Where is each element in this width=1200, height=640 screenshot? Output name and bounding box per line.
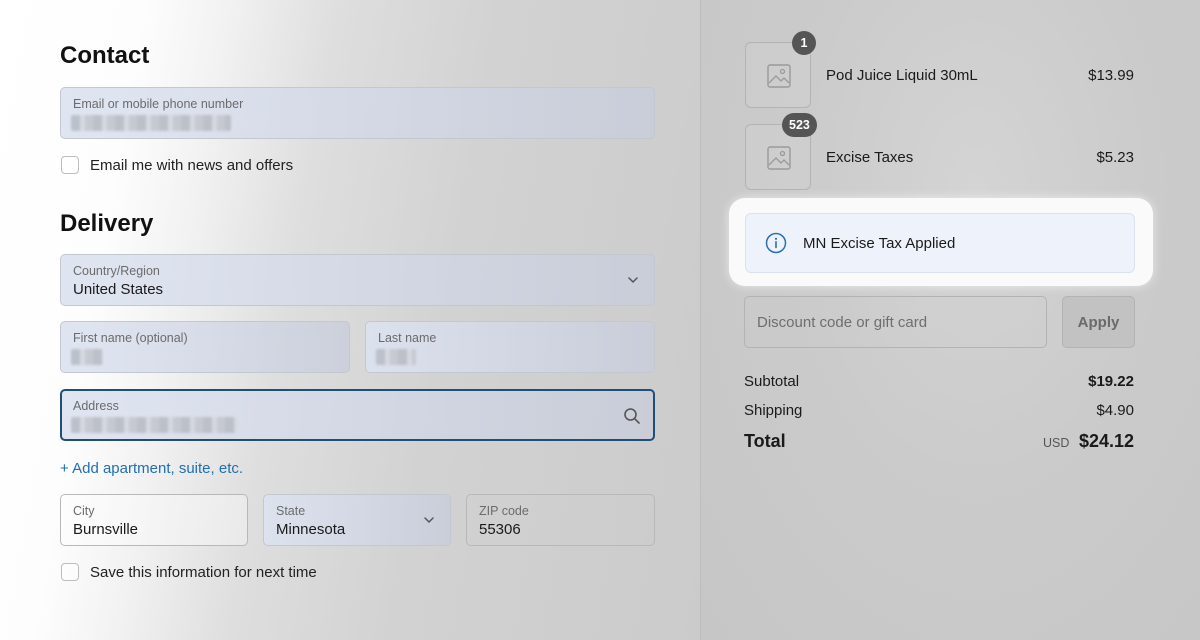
apply-button[interactable]: Apply xyxy=(1062,296,1135,348)
item-name: Excise Taxes xyxy=(826,149,914,166)
country-select[interactable]: Country/Region United States xyxy=(60,254,655,306)
subtotal-label: Subtotal xyxy=(744,373,800,390)
item-price: $13.99 xyxy=(1088,67,1134,84)
add-apartment-link[interactable]: + Add apartment, suite, etc. xyxy=(60,460,243,477)
info-icon xyxy=(765,232,787,254)
quantity-badge: 523 xyxy=(782,113,817,137)
first-name-redacted-value xyxy=(71,349,103,365)
state-label: State xyxy=(276,504,306,518)
subtotal-value: $19.22 xyxy=(1088,373,1134,390)
city-label: City xyxy=(73,504,95,518)
contact-heading: Contact xyxy=(60,42,150,69)
email-field-label: Email or mobile phone number xyxy=(73,97,244,111)
last-name-label: Last name xyxy=(378,331,437,345)
shipping-label: Shipping xyxy=(744,402,803,419)
email-field[interactable]: Email or mobile phone number xyxy=(60,87,655,139)
news-checkbox[interactable] xyxy=(61,156,79,174)
zip-label: ZIP code xyxy=(479,504,529,518)
save-info-checkbox[interactable] xyxy=(61,563,79,581)
address-label: Address xyxy=(73,399,119,413)
last-name-field[interactable]: Last name xyxy=(365,321,655,373)
total-label: Total xyxy=(744,431,786,451)
save-info-label: Save this information for next time xyxy=(90,564,317,581)
country-label: Country/Region xyxy=(73,264,160,278)
chevron-down-icon xyxy=(424,517,434,523)
zip-value: 55306 xyxy=(479,521,521,538)
email-redacted-value xyxy=(71,115,231,131)
city-value: Burnsville xyxy=(73,521,139,538)
city-field[interactable]: City Burnsville xyxy=(60,494,248,546)
quantity-badge: 1 xyxy=(792,31,816,55)
search-icon[interactable] xyxy=(623,407,641,425)
first-name-label: First name (optional) xyxy=(73,331,188,345)
delivery-heading: Delivery xyxy=(60,210,154,237)
image-placeholder-icon xyxy=(767,64,791,88)
address-redacted-value xyxy=(71,417,237,433)
discount-input[interactable] xyxy=(745,297,1046,347)
image-placeholder-icon xyxy=(767,146,791,170)
address-field[interactable]: Address xyxy=(60,389,655,441)
zip-field[interactable]: ZIP code 55306 xyxy=(466,494,655,546)
currency-code: USD xyxy=(1043,436,1070,450)
news-checkbox-label: Email me with news and offers xyxy=(90,157,294,174)
first-name-field[interactable]: First name (optional) xyxy=(60,321,350,373)
notice-text: MN Excise Tax Applied xyxy=(803,235,956,252)
state-select[interactable]: State Minnesota xyxy=(263,494,451,546)
country-value: United States xyxy=(73,281,164,298)
item-price: $5.23 xyxy=(1096,149,1134,166)
shipping-value: $4.90 xyxy=(1096,402,1134,419)
item-name: Pod Juice Liquid 30mL xyxy=(826,67,978,84)
chevron-down-icon xyxy=(628,277,638,283)
total-value: $24.12 xyxy=(1078,431,1134,451)
last-name-redacted-value xyxy=(376,349,416,365)
discount-field[interactable] xyxy=(744,296,1047,348)
state-value: Minnesota xyxy=(276,521,346,538)
